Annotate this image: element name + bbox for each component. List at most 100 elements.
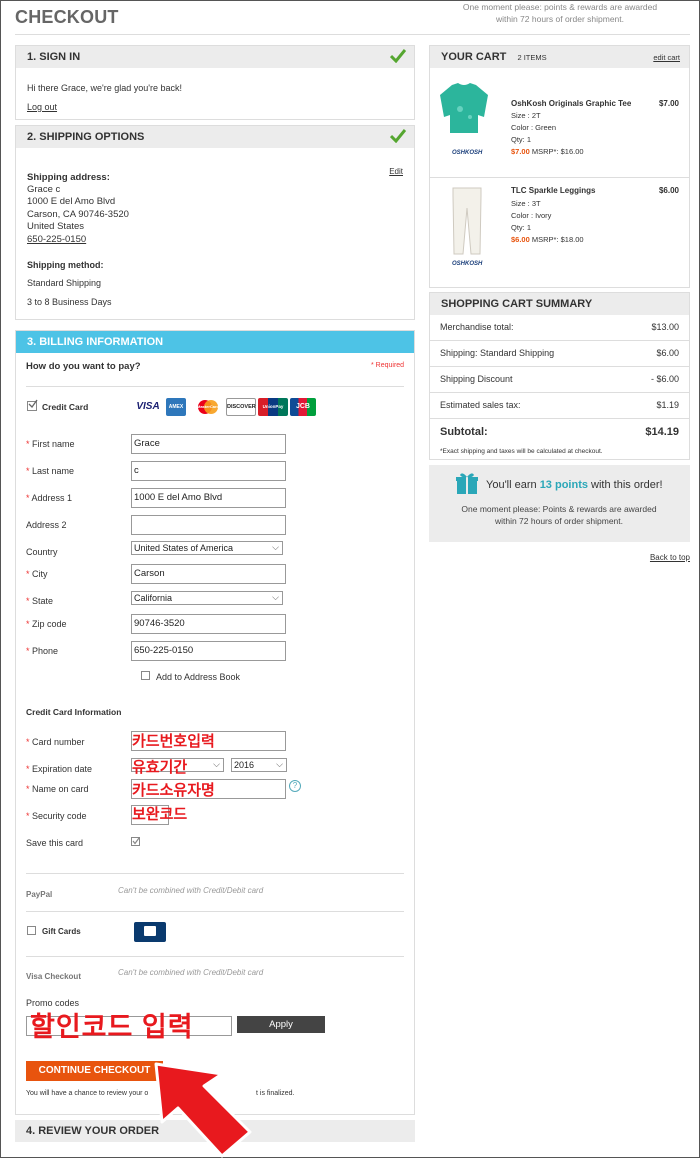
cart-item-price: $6.00 <box>658 186 679 195</box>
signin-heading: 1. SIGN IN <box>16 46 414 68</box>
save-card-label: Save this card <box>26 838 84 848</box>
chevron-down-icon: ⌵ <box>276 759 283 769</box>
paypal-label[interactable]: PayPal <box>26 890 52 899</box>
city-input[interactable]: Carson <box>131 564 286 584</box>
cart-item-size: Size : 3T <box>511 199 541 208</box>
checkmark-icon <box>390 129 406 143</box>
edit-cart-link[interactable]: edit cart <box>653 53 680 62</box>
first-name-input[interactable]: Grace <box>131 434 286 454</box>
apply-button[interactable]: Apply <box>237 1016 325 1033</box>
cart-item: OSHKOSH TLC Sparkle Leggings $6.00 Size … <box>430 178 689 286</box>
help-icon[interactable]: ? <box>289 780 301 792</box>
city-label: * City <box>26 569 48 579</box>
phone-label: * Phone <box>26 646 59 656</box>
checkmark-icon <box>132 837 140 845</box>
visa-icon: VISA <box>134 398 162 416</box>
summary-section: SHOPPING CART SUMMARY Merchandise total:… <box>429 292 690 460</box>
cart-item-price: $7.00 <box>658 99 679 108</box>
top-points-note: One moment please: points & rewards are … <box>462 2 658 24</box>
shipping-city-line: Carson, CA 90746-3520 <box>27 209 129 220</box>
cart-item-name[interactable]: OshKosh Originals Graphic Tee <box>511 99 631 108</box>
jcb-icon: JCB <box>290 398 316 416</box>
divider <box>430 340 689 341</box>
footnote: You will have a chance to review your o <box>26 1090 149 1097</box>
signin-section: 1. SIGN IN Hi there Grace, we're glad yo… <box>15 45 415 120</box>
state-value: California <box>134 593 173 603</box>
zip-label: * Zip code <box>26 619 67 629</box>
cart-item-size: Size : 2T <box>511 111 541 120</box>
state-label: * State <box>26 596 54 606</box>
first-name-label: * First name <box>26 439 75 449</box>
divider <box>430 392 689 393</box>
shipping-name: Grace c <box>27 184 61 195</box>
summary-row: Merchandise total: $13.00 <box>440 322 679 332</box>
divider <box>26 873 404 874</box>
divider <box>430 366 689 367</box>
address1-input[interactable]: 1000 E del Amo Blvd <box>131 488 286 508</box>
country-select[interactable]: United States of America ⌵ <box>131 541 283 555</box>
title-divider <box>15 34 690 35</box>
cart-section: YOUR CART 2 ITEMS edit cart OSHKOSH OshK… <box>429 45 690 288</box>
logout-link[interactable]: Log out <box>27 102 57 112</box>
footnote-tail: t is finalized. <box>256 1090 295 1097</box>
cart-item-color: Color : Ivory <box>511 211 552 220</box>
points-message: You'll earn 13 points with this order! <box>486 479 663 491</box>
zip-input[interactable]: 90746-3520 <box>131 614 286 634</box>
expiration-year-value: 2016 <box>234 760 255 770</box>
points-box: You'll earn 13 points with this order! O… <box>429 465 690 542</box>
page-title: CHECKOUT <box>15 7 119 27</box>
security-code-label: * Security code <box>26 811 87 821</box>
last-name-label: * Last name <box>26 466 75 476</box>
summary-heading: SHOPPING CART SUMMARY <box>430 293 689 315</box>
state-select[interactable]: California ⌵ <box>131 591 283 605</box>
amex-icon: AMEX <box>166 398 186 416</box>
billing-heading: 3. BILLING INFORMATION <box>16 331 414 353</box>
address1-label: * Address 1 <box>26 493 73 503</box>
points-note: One moment please: Points & rewards are … <box>461 504 657 526</box>
discover-icon: DISCOVER <box>226 398 256 416</box>
shipping-edit-link[interactable]: Edit <box>389 167 403 176</box>
last-name-input[interactable]: c <box>131 461 286 481</box>
shipping-phone-link[interactable]: 650-225-0150 <box>27 234 86 245</box>
shipping-heading: 2. SHIPPING OPTIONS <box>16 126 414 148</box>
checkmark-icon <box>390 49 406 63</box>
country-value: United States of America <box>134 543 234 553</box>
shipping-address-label: Shipping address: <box>27 172 110 183</box>
back-to-top-link[interactable]: Back to top <box>650 553 690 562</box>
gift-cards-checkbox[interactable] <box>27 926 36 935</box>
annotation-promo: 할인코드 입력 <box>30 1012 194 1042</box>
divider <box>26 956 404 957</box>
cart-heading: YOUR CART <box>441 51 507 63</box>
country-label: Country <box>26 547 58 557</box>
card-logos: VISA AMEX MasterCard DISCOVER UnionPay J… <box>134 398 316 416</box>
chevron-down-icon: ⌵ <box>213 759 220 769</box>
address2-input[interactable] <box>131 515 286 535</box>
cart-item-name[interactable]: TLC Sparkle Leggings <box>511 186 595 195</box>
cart-item-prices: $6.00 MSRP*: $18.00 <box>511 235 584 244</box>
summary-row: Estimated sales tax: $1.19 <box>440 400 679 410</box>
address-book-checkbox[interactable] <box>141 671 150 680</box>
visa-checkout-note: Can't be combined with Credit/Debit card <box>118 968 264 977</box>
subtotal-row: Subtotal: $14.19 <box>440 426 679 438</box>
name-on-card-label: * Name on card <box>26 784 89 794</box>
annotation-expiration: 유효기간 <box>132 759 188 776</box>
oshkosh-logo: OSHKOSH <box>452 150 483 156</box>
signin-greeting: Hi there Grace, we're glad you're back! <box>27 83 183 93</box>
cart-header: YOUR CART 2 ITEMS edit cart <box>430 46 689 68</box>
phone-input[interactable]: 650-225-0150 <box>131 641 286 661</box>
annotation-security-code: 보완코드 <box>132 806 188 823</box>
expiration-year-select[interactable]: 2016 ⌵ <box>231 758 287 772</box>
cart-item: OSHKOSH OshKosh Originals Graphic Tee $7… <box>430 69 689 177</box>
shipping-street: 1000 E del Amo Blvd <box>27 196 116 207</box>
cart-item-qty: Qty: 1 <box>511 223 532 232</box>
gift-icon <box>456 473 478 494</box>
credit-card-label: Credit Card <box>42 402 89 412</box>
cart-item-color: Color : Green <box>511 123 557 132</box>
expiration-label: * Expiration date <box>26 764 93 774</box>
summary-row: Shipping Discount - $6.00 <box>440 374 679 384</box>
address-book-label: Add to Address Book <box>156 672 241 682</box>
green-tee-image <box>440 83 488 133</box>
visa-checkout-label[interactable]: Visa Checkout <box>26 972 81 981</box>
continue-checkout-button[interactable]: CONTINUE CHECKOUT <box>26 1061 163 1081</box>
card-number-label: * Card number <box>26 737 85 747</box>
